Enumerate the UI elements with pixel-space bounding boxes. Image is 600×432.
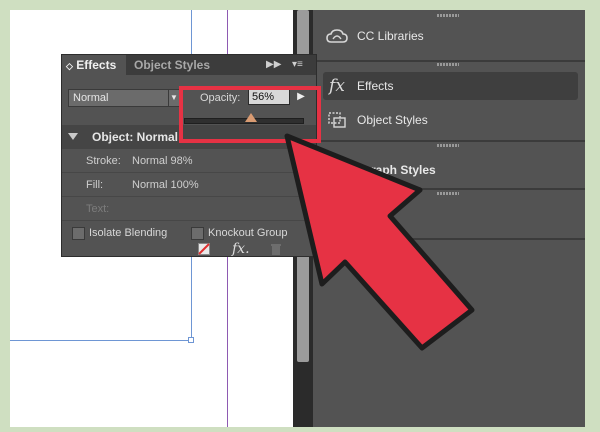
pointer-arrow-icon	[284, 133, 475, 351]
screenshot-stage: CC Libraries fx Effects Object Styles ag…	[10, 10, 585, 427]
